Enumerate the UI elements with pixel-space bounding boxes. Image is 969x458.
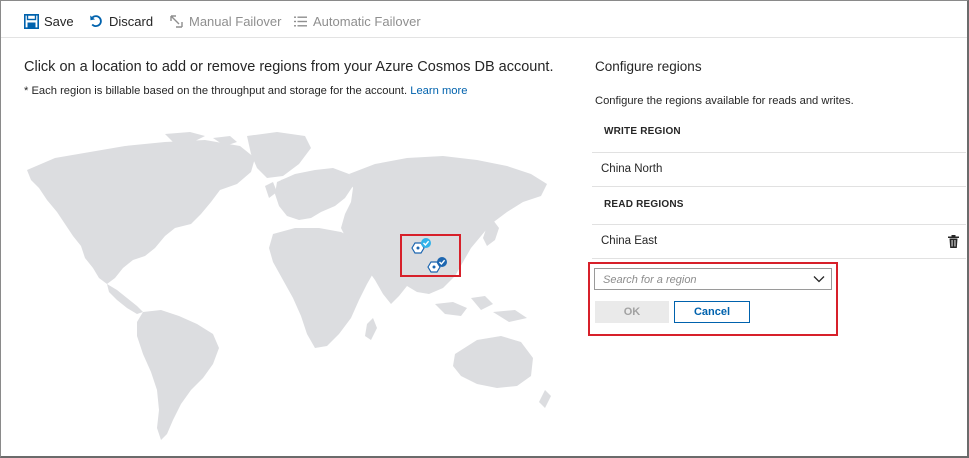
write-region-name: China North — [601, 163, 663, 175]
undo-icon — [89, 14, 104, 29]
region-search-dropdown[interactable] — [594, 268, 832, 290]
read-region-name: China East — [601, 235, 658, 247]
read-regions-header: READ REGIONS — [592, 199, 966, 225]
manual-failover-button[interactable]: Manual Failover — [169, 11, 282, 31]
read-region-row: China East — [592, 225, 966, 259]
map-instructions: Click on a location to add or remove reg… — [24, 59, 554, 75]
world-map[interactable] — [15, 128, 555, 448]
billing-note-text: * Each region is billable based on the t… — [24, 85, 408, 97]
failover-arrow-icon — [169, 14, 184, 29]
list-icon — [293, 14, 308, 29]
region-search-input[interactable] — [603, 272, 803, 287]
configure-regions-description: Configure the regions available for read… — [595, 95, 854, 107]
configure-regions-title: Configure regions — [595, 59, 702, 74]
discard-label: Discard — [109, 13, 154, 29]
asia — [341, 156, 547, 304]
manual-failover-label: Manual Failover — [189, 13, 282, 29]
read-regions-header-label: READ REGIONS — [604, 199, 684, 210]
north-america — [27, 140, 255, 284]
write-region-header: WRITE REGION — [592, 126, 966, 153]
check-icon — [437, 257, 447, 267]
billing-note: * Each region is billable based on the t… — [24, 85, 467, 97]
write-region-row: China North — [592, 153, 966, 187]
australia — [453, 336, 533, 388]
save-icon — [24, 13, 39, 29]
europe — [275, 168, 353, 220]
new-zealand — [539, 390, 551, 408]
automatic-failover-button[interactable]: Automatic Failover — [293, 11, 421, 31]
central-america — [107, 284, 143, 314]
delete-icon[interactable] — [948, 235, 959, 248]
chevron-down-icon — [813, 276, 825, 283]
automatic-failover-label: Automatic Failover — [313, 13, 421, 29]
learn-more-link[interactable]: Learn more — [410, 85, 467, 97]
region-pin-china-north[interactable] — [409, 237, 433, 257]
write-region-header-label: WRITE REGION — [604, 126, 681, 137]
greenland — [247, 132, 311, 178]
south-america — [137, 310, 219, 440]
region-pin-china-east[interactable] — [425, 256, 449, 276]
discard-button[interactable]: Discard — [89, 11, 153, 31]
save-label: Save — [44, 13, 74, 29]
command-bar: Save Discard Manual Failover Automatic F… — [1, 1, 967, 38]
cancel-button[interactable]: Cancel — [674, 301, 750, 323]
save-button[interactable]: Save — [24, 11, 74, 31]
ok-button[interactable]: OK — [595, 301, 669, 323]
check-icon — [421, 238, 431, 248]
